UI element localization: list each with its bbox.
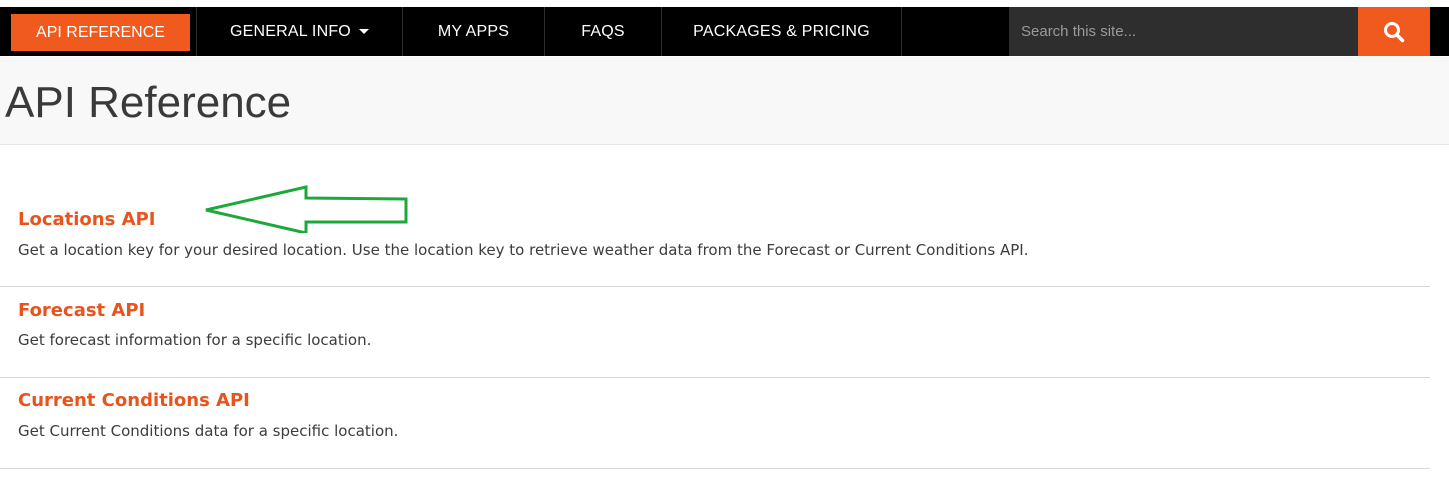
nav-item-my-apps[interactable]: MY APPS <box>403 7 545 56</box>
nav-item-label: GENERAL INFO <box>230 22 351 40</box>
nav-item-label: API REFERENCE <box>36 23 165 41</box>
search-icon <box>1384 21 1405 42</box>
nav-item-api-reference[interactable]: API REFERENCE <box>11 14 190 51</box>
current-conditions-api-link[interactable]: Current Conditions API <box>18 389 250 413</box>
nav-item-label: MY APPS <box>437 22 510 40</box>
locations-api-link[interactable]: Locations API <box>18 208 155 232</box>
nav-item-label: PACKAGES & PRICING <box>693 22 870 40</box>
caret-down-icon <box>358 29 369 34</box>
nav-item-packages-pricing[interactable]: PACKAGES & PRICING <box>662 7 902 56</box>
current-conditions-api-description: Get Current Conditions data for a specif… <box>18 422 399 440</box>
search-button[interactable] <box>1358 7 1430 56</box>
search-input[interactable] <box>1009 7 1358 56</box>
forecast-api-description: Get forecast information for a specific … <box>18 331 372 349</box>
forecast-api-link[interactable]: Forecast API <box>18 299 145 323</box>
arrow-left-icon <box>205 185 408 233</box>
page-title: API Reference <box>5 78 292 127</box>
nav-item-general-info[interactable]: GENERAL INFO <box>197 7 403 56</box>
nav-item-faqs[interactable]: FAQS <box>545 7 662 56</box>
nav-item-label: FAQS <box>581 22 625 40</box>
locations-api-description: Get a location key for your desired loca… <box>18 241 1029 259</box>
